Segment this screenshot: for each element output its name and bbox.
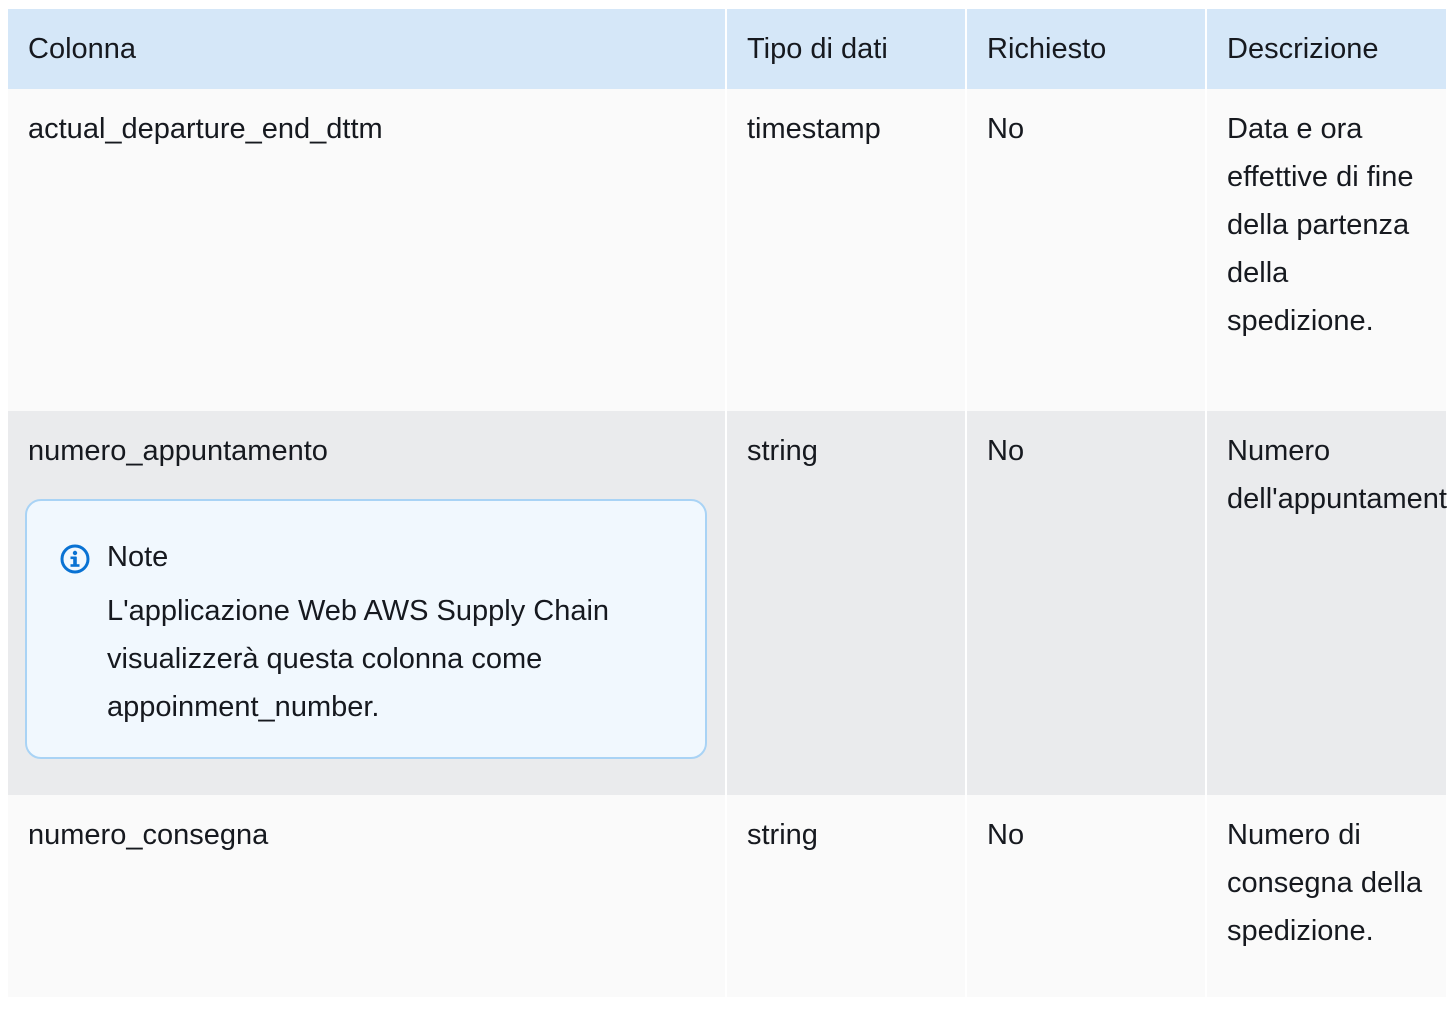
header-data-type: Tipo di dati bbox=[726, 9, 967, 89]
cell-description: Data e ora effettive di fine della parte… bbox=[1206, 89, 1446, 411]
note-text: L'applicazione Web AWS Supply Chain visu… bbox=[107, 595, 610, 723]
cell-data-type: timestamp bbox=[726, 89, 967, 411]
table-row: numero_appuntamento Note L'applicazione … bbox=[8, 411, 1448, 795]
header-required: Richiesto bbox=[966, 9, 1207, 89]
cell-description: Numero di consegna della spedizione. bbox=[1206, 795, 1446, 997]
header-description: Descrizione bbox=[1206, 9, 1446, 89]
cell-required: No bbox=[966, 411, 1207, 795]
cell-column-name-with-note: numero_appuntamento Note L'applicazione … bbox=[8, 411, 727, 795]
cell-description: Numero dell'appuntamento. bbox=[1206, 411, 1448, 795]
schema-table: Colonna Tipo di dati Richiesto Descrizio… bbox=[8, 9, 1448, 997]
cell-data-type: string bbox=[726, 411, 967, 795]
note-callout: Note L'applicazione Web AWS Supply Chain… bbox=[25, 499, 707, 759]
cell-column-name: numero_consegna bbox=[8, 795, 727, 997]
table-row: actual_departure_end_dttm timestamp No D… bbox=[8, 89, 1446, 411]
column-name-text: numero_appuntamento bbox=[28, 435, 328, 467]
table-row: numero_consegna string No Numero di cons… bbox=[8, 795, 1446, 997]
header-row: Colonna Tipo di dati Richiesto Descrizio… bbox=[8, 9, 1446, 89]
cell-column-name: actual_departure_end_dttm bbox=[8, 89, 727, 411]
schema-table-container: Colonna Tipo di dati Richiesto Descrizio… bbox=[8, 9, 1448, 997]
cell-required: No bbox=[966, 89, 1207, 411]
info-circle-icon bbox=[60, 544, 90, 574]
header-column: Colonna bbox=[8, 9, 727, 89]
cell-data-type: string bbox=[726, 795, 967, 997]
cell-required: No bbox=[966, 795, 1207, 997]
table-header: Colonna Tipo di dati Richiesto Descrizio… bbox=[8, 9, 1446, 89]
note-title: Note bbox=[107, 541, 169, 573]
table-body: actual_departure_end_dttm timestamp No D… bbox=[8, 89, 1448, 997]
